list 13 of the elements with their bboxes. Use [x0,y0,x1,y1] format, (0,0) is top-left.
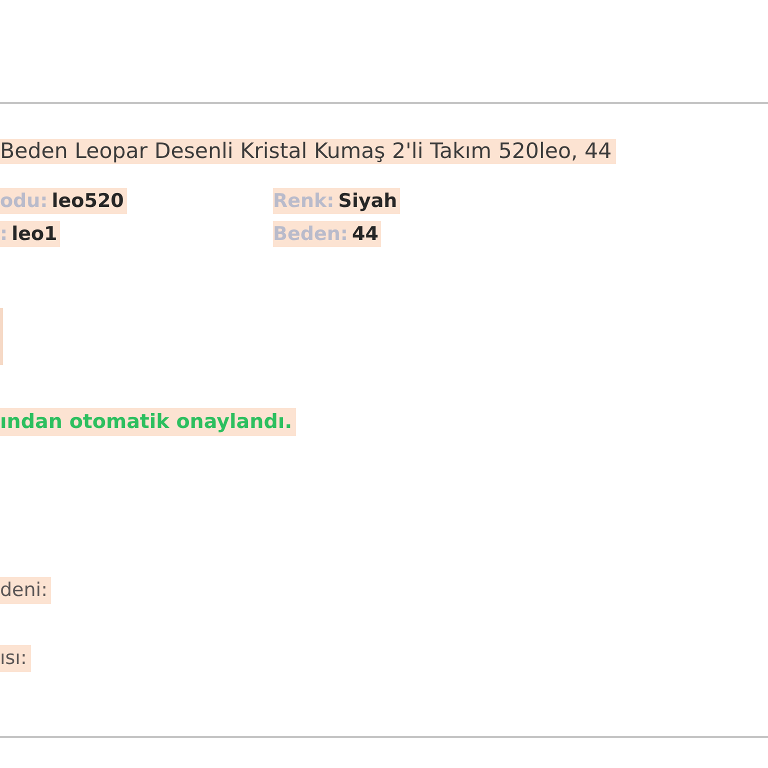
approval-note: ından otomatik onaylandı. [0,408,296,436]
attribute-value: 44 [352,221,382,247]
attribute-label: odu: [0,188,52,214]
cropped-highlight [0,308,3,365]
attribute-value: Siyah [338,188,400,214]
attribute-value: leo1 [12,221,60,247]
product-title: Beden Leopar Desenli Kristal Kumaş 2'li Takım 520leo, 44 [0,139,616,164]
attribute-value: leo520 [52,188,127,214]
attribute-label: Beden: [273,221,352,247]
attribute-label: Renk: [273,188,338,214]
field-label: ısı: [0,645,31,672]
field-label: deni: [0,577,52,604]
attribute-label: : [0,221,12,247]
